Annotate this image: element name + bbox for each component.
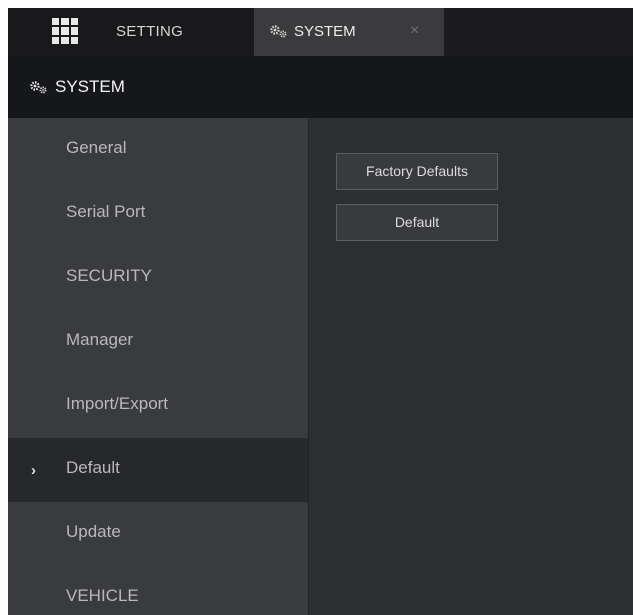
gears-icon [30,81,47,94]
sidebar-item-label: General [66,138,127,157]
sidebar-item-label: Serial Port [66,202,146,221]
sidebar-item-manager[interactable]: Manager [8,310,308,374]
page-header: SYSTEM [8,56,633,118]
default-button[interactable]: Default [336,204,498,241]
sidebar-item-label: Update [66,522,121,541]
sidebar-item-general[interactable]: General [8,118,308,182]
sidebar-item-security[interactable]: SECURITY [8,246,308,310]
tab-system[interactable]: SYSTEM × [254,8,444,56]
close-icon[interactable]: × [410,21,419,41]
tab-system-label: SYSTEM [294,23,356,40]
sidebar-item-label: Import/Export [66,394,169,413]
sidebar-item-label: SECURITY [66,266,152,285]
grid-icon[interactable] [52,18,78,44]
factory-defaults-button[interactable]: Factory Defaults [336,153,498,190]
tab-bar: SETTING SYSTEM × [8,8,633,56]
tab-setting-label: SETTING [116,23,184,40]
sidebar-item-update[interactable]: Update [8,502,308,566]
tab-setting[interactable]: SETTING [8,8,254,56]
content-panel: Factory Defaults Default [308,118,633,615]
sidebar-menu: General Serial Port SECURITY Manager Imp… [8,118,308,615]
sidebar-item-label: VEHICLE [66,586,139,605]
sidebar-item-vehicle[interactable]: VEHICLE [8,566,308,615]
sidebar-item-import-export[interactable]: Import/Export [8,374,308,438]
sidebar-item-label: Default [66,458,120,477]
gears-icon [270,25,287,38]
sidebar-item-serial-port[interactable]: Serial Port [8,182,308,246]
page-title: SYSTEM [55,77,125,96]
app-window: SETTING SYSTEM × SYSTEM General Serial P… [8,8,633,615]
chevron-right-icon: › [31,462,36,479]
sidebar-item-default[interactable]: › Default [8,438,308,502]
sidebar-item-label: Manager [66,330,134,349]
